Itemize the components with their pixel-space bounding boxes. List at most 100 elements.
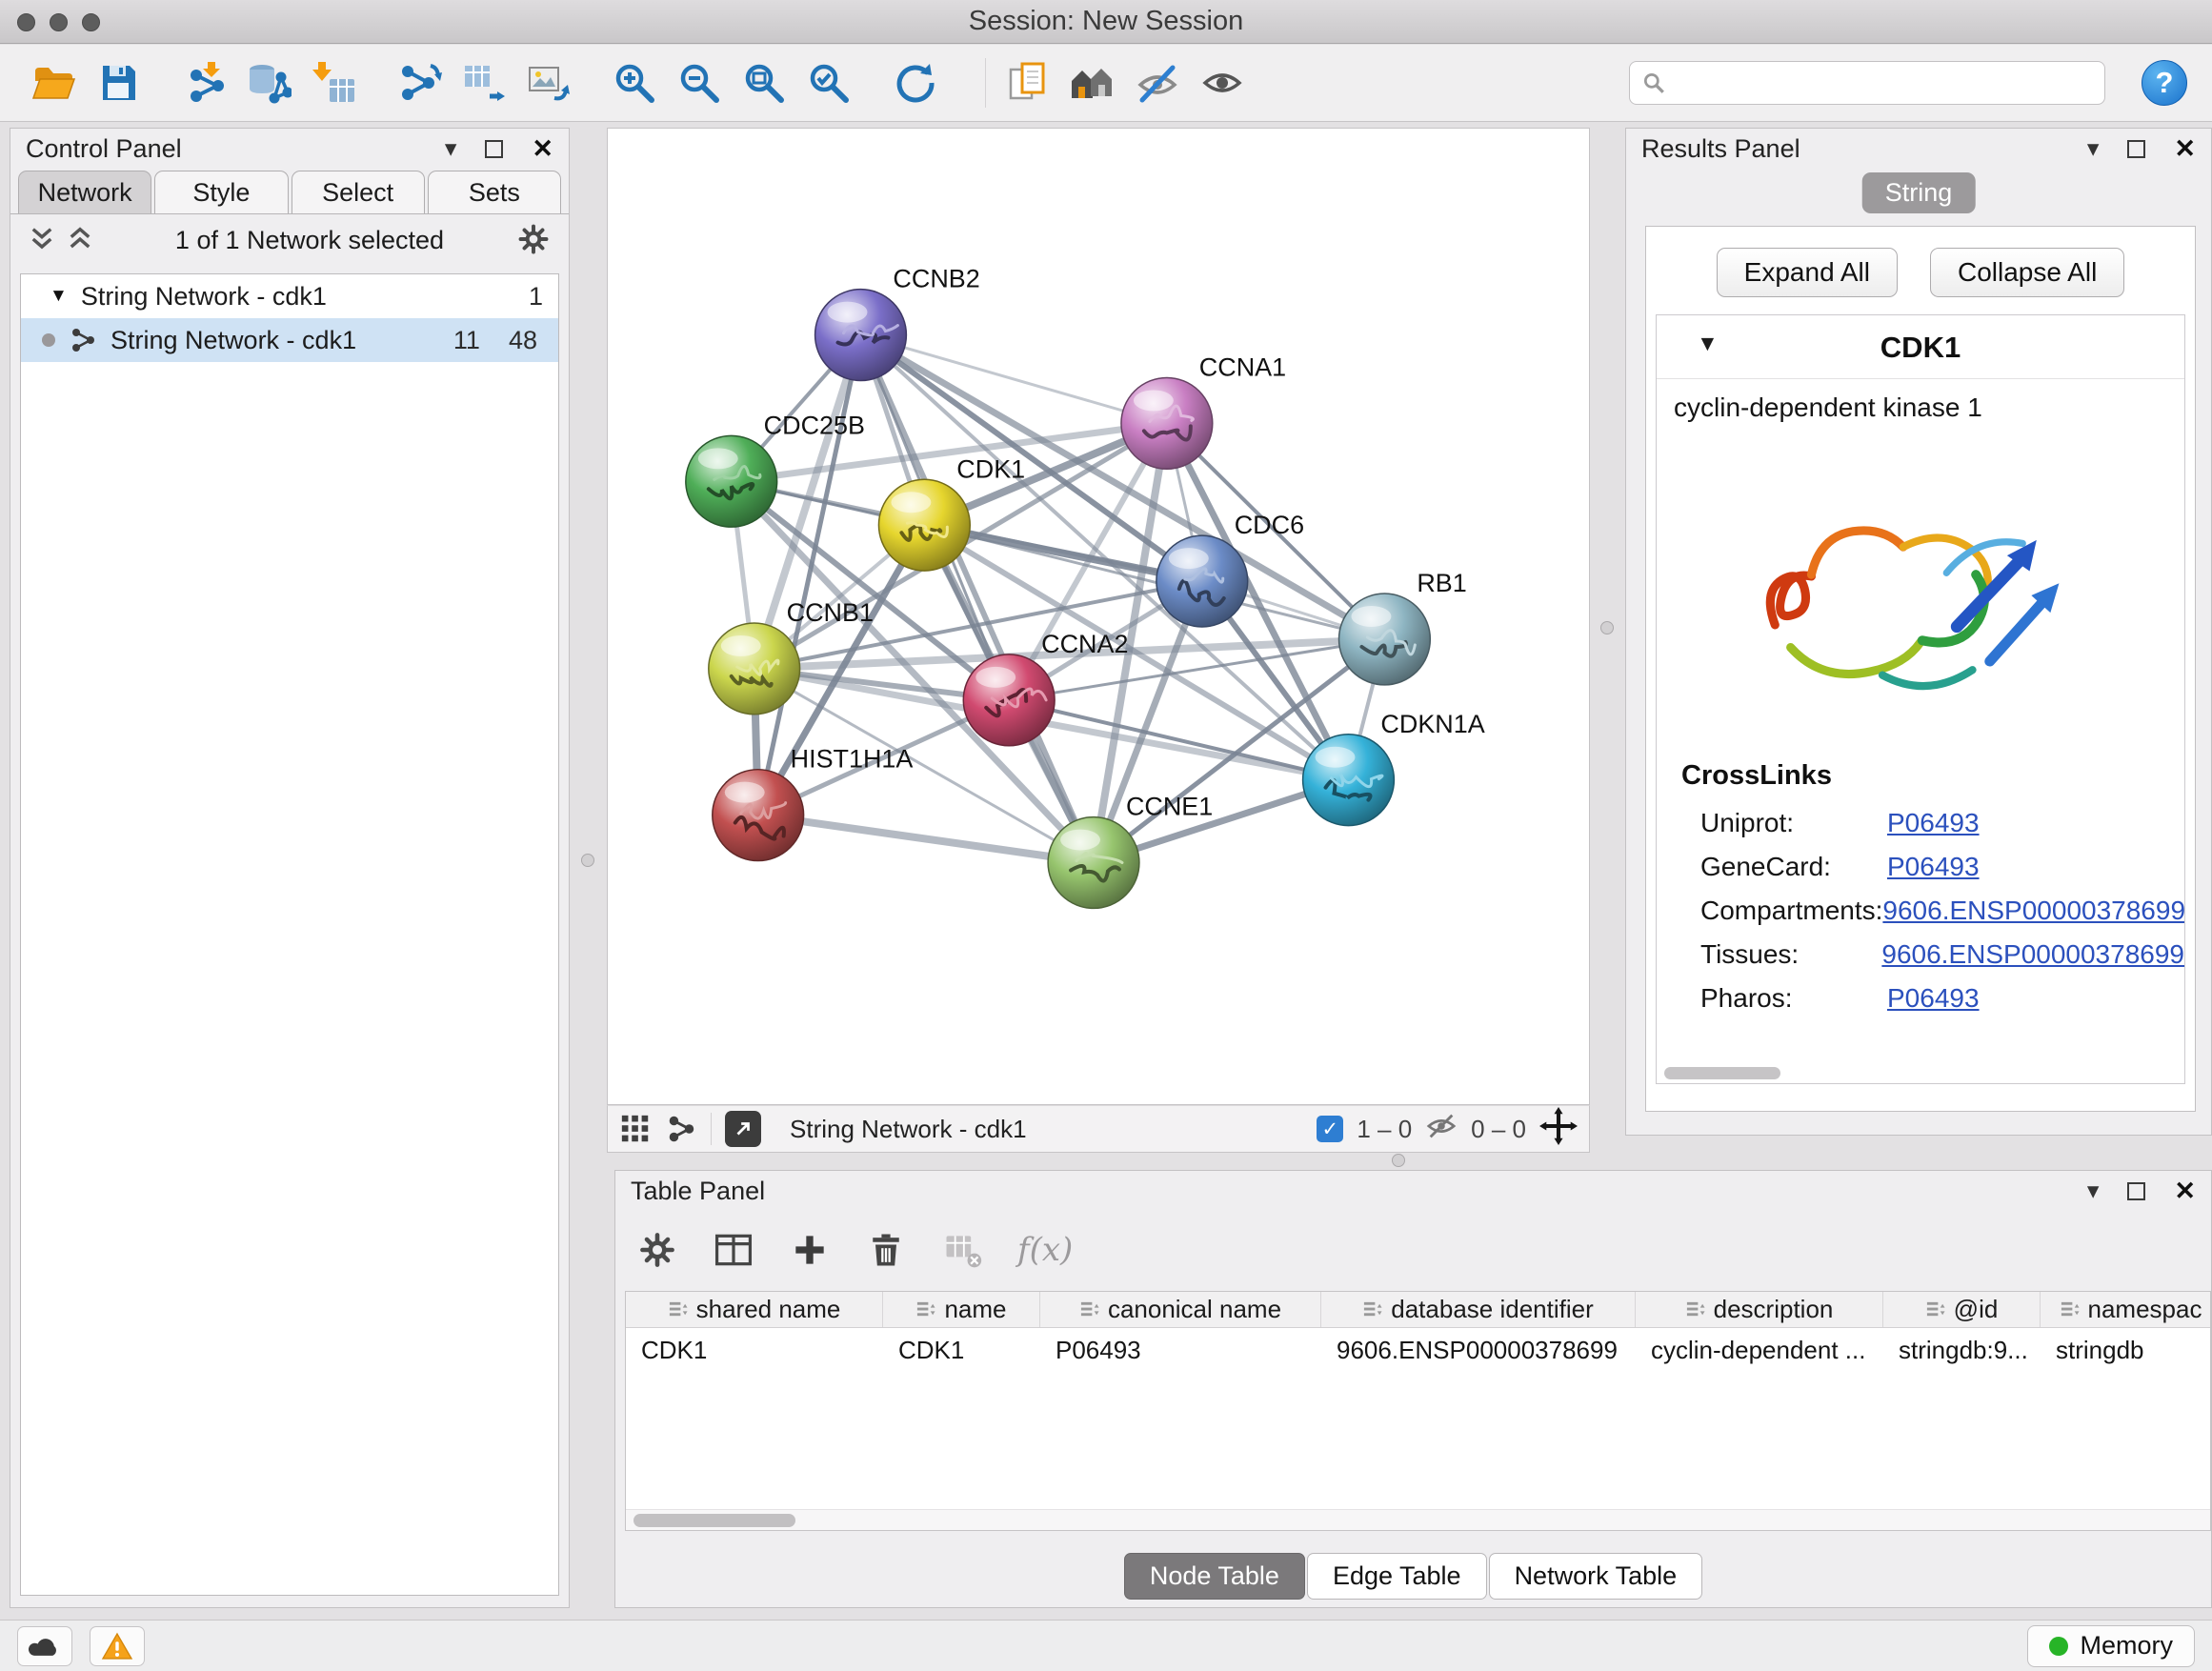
crosslink-value-link[interactable]: 9606.ENSP00000378699: [1881, 933, 2184, 976]
zoom-selected-icon: [806, 60, 852, 106]
table-scrollbar-thumb[interactable]: [633, 1514, 795, 1527]
network-canvas[interactable]: CCNB2CCNA1CDC25BCDK1CDC6RB1CCNB1CCNA2CDK…: [607, 128, 1590, 1105]
network-node-ccna2[interactable]: [963, 654, 1055, 746]
zoom-in-button[interactable]: [606, 53, 663, 112]
panel-close-icon[interactable]: ✕: [2174, 134, 2196, 164]
detach-view-button[interactable]: [725, 1111, 761, 1147]
import-network-database-button[interactable]: [240, 53, 297, 112]
tab-string[interactable]: String: [1862, 172, 1976, 213]
pan-crosshair-button[interactable]: [1539, 1107, 1578, 1152]
table-options-button[interactable]: [636, 1229, 678, 1271]
open-session-button[interactable]: [25, 53, 82, 112]
section-collapse-caret-icon[interactable]: ▼: [1697, 331, 1719, 356]
collapse-all-networks-button[interactable]: [28, 225, 56, 256]
delete-column-button[interactable]: [865, 1229, 907, 1271]
panel-close-icon[interactable]: ✕: [2174, 1177, 2196, 1206]
column-header-shared-name[interactable]: shared name: [626, 1292, 883, 1327]
tab-edge-table[interactable]: Edge Table: [1307, 1553, 1487, 1600]
collapse-all-button[interactable]: Collapse All: [1930, 248, 2124, 297]
crosslink-value-link[interactable]: P06493: [1887, 845, 1980, 889]
column-header-database-identifier[interactable]: database identifier: [1321, 1292, 1636, 1327]
crosslink-value-link[interactable]: 9606.ENSP00000378699: [1882, 889, 2185, 933]
column-header-name[interactable]: name: [883, 1292, 1040, 1327]
network-node-cdc6[interactable]: [1156, 535, 1248, 627]
network-node-ccnb1[interactable]: [709, 623, 800, 715]
results-panel-title: Results Panel: [1641, 134, 1800, 164]
network-node-cdk1[interactable]: [878, 479, 970, 571]
apply-layout-button[interactable]: [886, 53, 943, 112]
network-tree: ▼ String Network - cdk1 1 String Network…: [20, 273, 559, 1596]
node-label: CCNE1: [1126, 793, 1213, 821]
bottom-splitter-handle[interactable]: [1392, 1154, 1405, 1167]
column-header-label: description: [1714, 1295, 1834, 1324]
network-node-rb1[interactable]: [1339, 594, 1431, 685]
network-edge[interactable]: [758, 815, 1094, 863]
crosslink-value-link[interactable]: P06493: [1887, 976, 1980, 1020]
function-builder-button[interactable]: f(x): [1017, 1231, 1073, 1269]
tab-network[interactable]: Network: [18, 171, 151, 213]
network-node-hist1h1a[interactable]: [713, 770, 804, 861]
import-network-file-button[interactable]: [175, 53, 232, 112]
panel-menu-caret-icon[interactable]: ▾: [2087, 134, 2100, 163]
tab-style[interactable]: Style: [154, 171, 288, 213]
network-collection-row[interactable]: ▼ String Network - cdk1 1: [21, 274, 558, 318]
network-edge[interactable]: [860, 335, 1094, 863]
selected-checkbox-icon[interactable]: ✓: [1317, 1116, 1343, 1142]
panel-float-icon[interactable]: [2127, 1182, 2145, 1200]
network-node-ccne1[interactable]: [1048, 817, 1139, 909]
network-edge[interactable]: [758, 335, 861, 815]
panel-menu-caret-icon[interactable]: ▾: [2087, 1177, 2100, 1205]
search-input[interactable]: [1676, 69, 2093, 98]
export-table-button[interactable]: [455, 53, 513, 112]
network-node-ccnb2[interactable]: [815, 290, 907, 381]
birdseye-view-button[interactable]: [1064, 53, 1121, 112]
results-horizontal-scrollbar[interactable]: [1664, 1067, 1780, 1079]
left-splitter-handle[interactable]: [581, 854, 594, 867]
close-window-button[interactable]: [17, 13, 35, 31]
export-image-button[interactable]: [520, 53, 577, 112]
zoom-out-button[interactable]: [671, 53, 728, 112]
table-row[interactable]: CDK1CDK1P064939606.ENSP00000378699cyclin…: [626, 1328, 2210, 1370]
show-columns-button[interactable]: [713, 1229, 754, 1271]
tab-node-table[interactable]: Node Table: [1124, 1553, 1305, 1600]
zoom-selected-button[interactable]: [800, 53, 857, 112]
open-folder-icon: [30, 60, 76, 106]
crosslink-value-link[interactable]: P06493: [1887, 801, 1980, 845]
network-node-cdkn1a[interactable]: [1303, 735, 1395, 826]
tab-sets[interactable]: Sets: [428, 171, 561, 213]
column-header-canonical-name[interactable]: canonical name: [1040, 1292, 1321, 1327]
minimize-window-button[interactable]: [50, 13, 68, 31]
panel-float-icon[interactable]: [2127, 140, 2145, 158]
expand-all-networks-button[interactable]: [66, 225, 94, 256]
tree-expand-caret-icon[interactable]: ▼: [50, 286, 68, 307]
column-header-namespac[interactable]: namespac: [2041, 1292, 2211, 1327]
right-splitter-handle[interactable]: [1600, 621, 1614, 634]
new-network-from-selection-button[interactable]: [391, 53, 448, 112]
network-node-cdc25b[interactable]: [686, 435, 777, 527]
save-session-button[interactable]: [90, 53, 147, 112]
zoom-fit-button[interactable]: [735, 53, 793, 112]
cloud-status-button[interactable]: [17, 1626, 72, 1666]
create-column-button[interactable]: [789, 1229, 831, 1271]
help-button[interactable]: ?: [2142, 60, 2187, 106]
expand-all-button[interactable]: Expand All: [1717, 248, 1898, 297]
network-options-button[interactable]: [515, 221, 552, 260]
panel-menu-caret-icon[interactable]: ▾: [445, 134, 457, 163]
memory-button[interactable]: Memory: [2027, 1625, 2195, 1667]
column-header--id[interactable]: @id: [1883, 1292, 2041, 1327]
toggle-graphics-details-button[interactable]: [1194, 53, 1251, 112]
network-node-ccna1[interactable]: [1121, 377, 1213, 469]
column-header-description[interactable]: description: [1636, 1292, 1883, 1327]
warnings-button[interactable]: [90, 1626, 145, 1666]
clipboard-button[interactable]: [999, 53, 1056, 112]
tab-network-table[interactable]: Network Table: [1489, 1553, 1703, 1600]
import-table-file-button[interactable]: [305, 53, 362, 112]
network-row-selected[interactable]: String Network - cdk1 11 48: [21, 318, 558, 362]
view-grid-button[interactable]: [619, 1113, 652, 1145]
zoom-window-button[interactable]: [82, 13, 100, 31]
toggle-annotations-button[interactable]: [1129, 53, 1186, 112]
tab-select[interactable]: Select: [292, 171, 425, 213]
panel-float-icon[interactable]: [485, 140, 503, 158]
view-network-button[interactable]: [665, 1113, 697, 1145]
panel-close-icon[interactable]: ✕: [532, 134, 553, 164]
